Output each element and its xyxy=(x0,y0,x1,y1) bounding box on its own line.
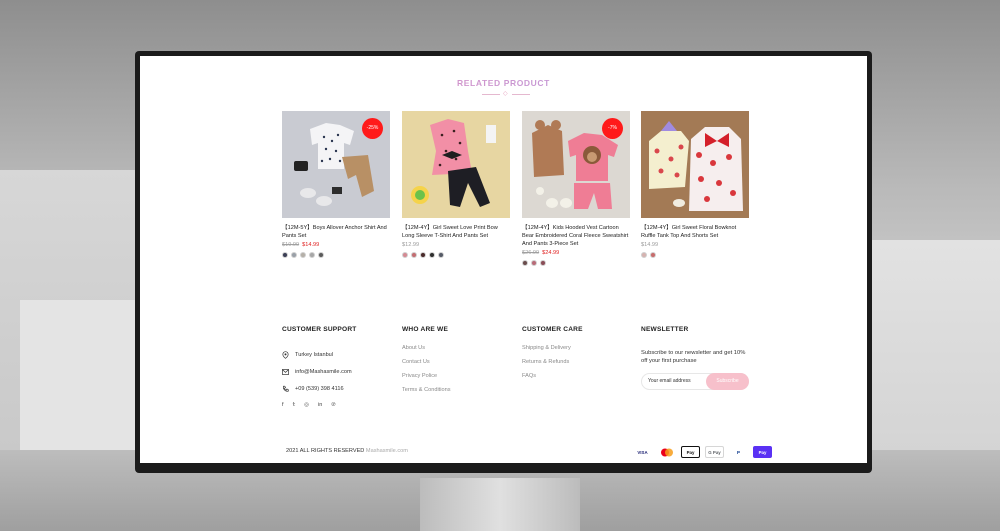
product-price: $14.99 xyxy=(641,241,749,249)
pinterest-icon[interactable]: ℗ xyxy=(331,402,335,408)
location-pin-icon xyxy=(282,350,289,359)
product-name[interactable]: 【12M-4Y】Girl Sweet Floral Bowknot Ruffle… xyxy=(641,224,749,240)
product-name[interactable]: 【12M-4Y】Kids Hooded Vest Cartoon Bear Em… xyxy=(522,224,630,248)
color-swatch[interactable] xyxy=(402,252,408,258)
newsletter-form: Your email address Subscribe xyxy=(641,373,749,390)
visa-icon: VISA xyxy=(637,449,648,455)
sale-price: $14.99 xyxy=(302,242,320,248)
product-image[interactable] xyxy=(641,111,749,218)
apple-pay-icon: Pay xyxy=(681,446,700,458)
product-card[interactable]: 【12M-4Y】Girl Sweet Love Print Bow Long S… xyxy=(402,111,510,258)
color-swatch[interactable] xyxy=(282,252,288,258)
email[interactable]: info@Mashasmile.com xyxy=(282,366,392,377)
section-title: RELATED PRODUCT xyxy=(140,78,867,88)
product-image[interactable] xyxy=(402,111,510,218)
facebook-icon[interactable]: f xyxy=(282,402,284,408)
color-swatches xyxy=(282,252,390,258)
product-card[interactable]: 【12M-4Y】Girl Sweet Floral Bowknot Ruffle… xyxy=(641,111,749,258)
monitor-frame: RELATED PRODUCT ◇ -25% 【12M-5Y】Boys Allo… xyxy=(135,51,872,473)
footer-link-shipping[interactable]: Shipping & Delivery xyxy=(522,345,632,352)
customer-support-column: CUSTOMER SUPPORT Turkey Istanbul info@Ma… xyxy=(282,326,392,408)
footer-link-faqs[interactable]: FAQs xyxy=(522,373,632,380)
payment-methods: VISA Pay G Pay P Pay xyxy=(633,446,772,458)
subscribe-button[interactable]: Subscribe xyxy=(706,373,749,390)
brand-link[interactable]: Mashasmile.com xyxy=(366,448,408,454)
price: $12.99 xyxy=(402,242,420,248)
color-swatch[interactable] xyxy=(540,260,546,266)
customer-care-column: CUSTOMER CARE Shipping & Delivery Return… xyxy=(522,326,632,380)
newsletter-column: NEWSLETTER Subscribe to our newsletter a… xyxy=(641,326,761,390)
sale-price: $24.99 xyxy=(542,250,560,256)
footer-link-returns[interactable]: Returns & Refunds xyxy=(522,359,632,366)
color-swatch[interactable] xyxy=(429,252,435,258)
product-name[interactable]: 【12M-4Y】Girl Sweet Love Print Bow Long S… xyxy=(402,224,510,240)
product-image[interactable]: -25% xyxy=(282,111,390,218)
footer-heading: WHO ARE WE xyxy=(402,326,449,333)
twitter-icon[interactable]: 𝕥 xyxy=(293,402,296,408)
product-price: $26.99 $24.99 xyxy=(522,249,630,257)
discount-badge: -25% xyxy=(362,118,383,139)
color-swatch[interactable] xyxy=(650,252,656,258)
old-price: $26.99 xyxy=(522,250,540,256)
footer-heading: CUSTOMER CARE xyxy=(522,326,583,333)
newsletter-text: Subscribe to our newsletter and get 10% … xyxy=(641,350,746,364)
who-are-we-column: WHO ARE WE About Us Contact Us Privacy P… xyxy=(402,326,512,394)
footer-link-contact[interactable]: Contact Us xyxy=(402,359,512,366)
footer-link-terms[interactable]: Terms & Conditions xyxy=(402,387,512,394)
color-swatches xyxy=(402,252,510,258)
color-swatches xyxy=(522,260,630,266)
product-image[interactable]: -7% xyxy=(522,111,630,218)
product-name[interactable]: 【12M-5Y】Boys Allover Anchor Shirt And Pa… xyxy=(282,224,390,240)
color-swatch[interactable] xyxy=(420,252,426,258)
color-swatch[interactable] xyxy=(318,252,324,258)
color-swatch[interactable] xyxy=(531,260,537,266)
product-price: $19.99 $14.99 xyxy=(282,241,390,249)
linkedin-icon[interactable]: in xyxy=(318,402,322,408)
color-swatch[interactable] xyxy=(641,252,647,258)
email-input[interactable]: Your email address xyxy=(648,378,691,384)
footer-heading: CUSTOMER SUPPORT xyxy=(282,326,357,333)
discount-badge: -7% xyxy=(602,118,623,139)
color-swatches xyxy=(641,252,749,258)
color-swatch[interactable] xyxy=(411,252,417,258)
price: $14.99 xyxy=(641,242,659,248)
phone[interactable]: +09 (539) 398 4116 xyxy=(282,383,392,394)
paypal-icon: P xyxy=(737,449,740,455)
mastercard-icon xyxy=(657,446,676,458)
color-swatch[interactable] xyxy=(291,252,297,258)
title-divider: ◇ xyxy=(482,91,530,97)
old-price: $19.99 xyxy=(282,242,300,248)
shop-pay-icon: Pay xyxy=(753,446,772,458)
footer-link-privacy[interactable]: Privacy Police xyxy=(402,373,512,380)
product-card[interactable]: -7% 【12M-4Y】Kids Hooded Vest Cartoon Bea… xyxy=(522,111,630,266)
google-pay-icon: G Pay xyxy=(705,446,724,458)
product-price: $12.99 xyxy=(402,241,510,249)
copyright: 2021 ALL RIGHTS RESERVED Mashasmile.com xyxy=(286,448,408,454)
phone-icon xyxy=(282,385,289,392)
monitor-stand xyxy=(420,478,580,531)
color-swatch[interactable] xyxy=(300,252,306,258)
diamond-icon: ◇ xyxy=(503,91,508,97)
color-swatch[interactable] xyxy=(438,252,444,258)
envelope-icon xyxy=(282,368,289,375)
instagram-icon[interactable]: ◎ xyxy=(304,402,309,408)
color-swatch[interactable] xyxy=(309,252,315,258)
product-card[interactable]: -25% 【12M-5Y】Boys Allover Anchor Shirt A… xyxy=(282,111,390,258)
footer-heading: NEWSLETTER xyxy=(641,326,689,333)
color-swatch[interactable] xyxy=(522,260,528,266)
footer-link-about[interactable]: About Us xyxy=(402,345,512,352)
web-page: RELATED PRODUCT ◇ -25% 【12M-5Y】Boys Allo… xyxy=(140,56,867,463)
social-links: f 𝕥 ◎ in ℗ xyxy=(282,402,392,408)
address: Turkey Istanbul xyxy=(282,349,392,360)
